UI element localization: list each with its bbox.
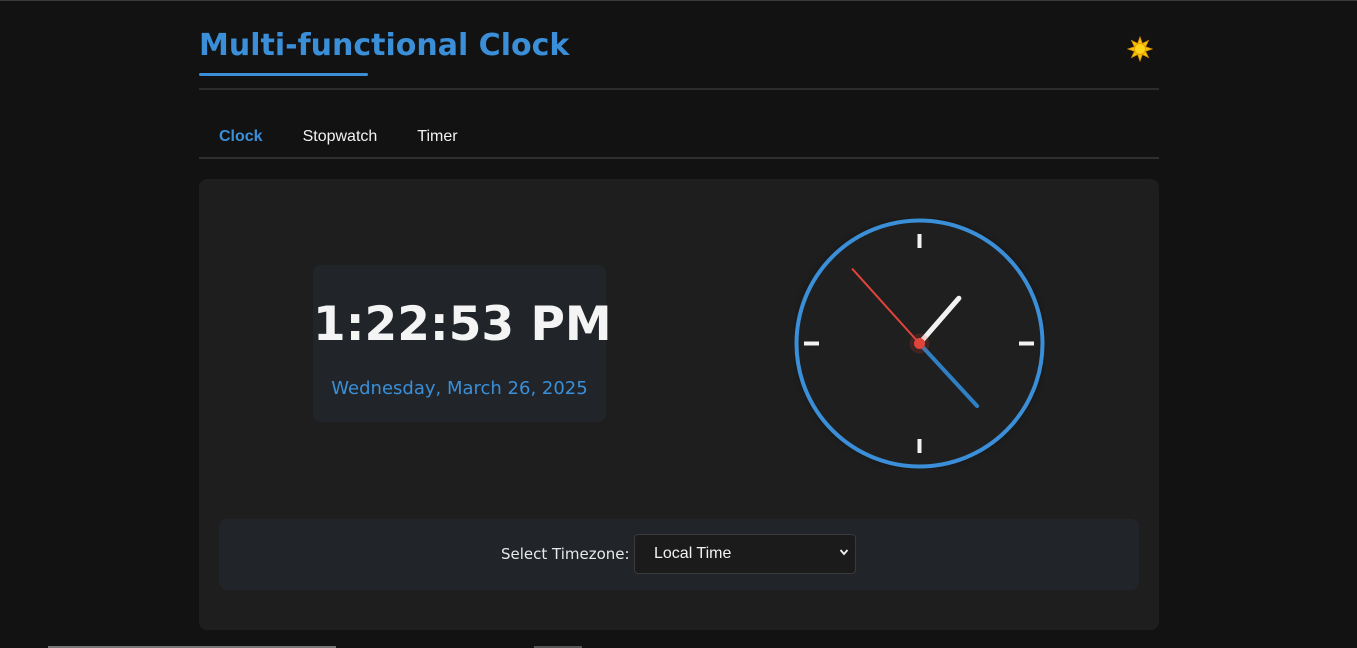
tick-6 (917, 439, 922, 453)
app-container: Multi-functional Clock Clock Stopwatch T… (199, 0, 1159, 630)
digital-time: 1:22:53 PM (313, 297, 612, 352)
theme-toggle-button[interactable] (1127, 36, 1153, 62)
digital-clock: 1:22:53 PM Wednesday, March 26, 2025 (313, 265, 612, 422)
tab-stopwatch[interactable]: Stopwatch (283, 117, 398, 157)
tick-9 (804, 341, 819, 346)
chevron-down-icon (839, 549, 849, 556)
tick-3 (1019, 341, 1034, 346)
tick-12 (917, 234, 922, 248)
title-underline (199, 73, 368, 76)
digital-date: Wednesday, March 26, 2025 (331, 378, 588, 399)
timezone-selected-value: Local Time (654, 545, 732, 562)
tab-bar: Clock Stopwatch Timer (199, 117, 1159, 159)
timezone-label: Select Timezone: (501, 545, 630, 563)
tab-clock[interactable]: Clock (199, 117, 283, 157)
timezone-bar: Select Timezone: Local Time (219, 519, 1139, 590)
timezone-select[interactable]: Local Time (634, 534, 856, 574)
header: Multi-functional Clock (199, 0, 1159, 90)
analog-clock (794, 218, 1045, 469)
sun-icon (1127, 36, 1153, 62)
clock-panel: 1:22:53 PM Wednesday, March 26, 2025 Sel… (199, 179, 1159, 630)
center-dot (914, 338, 925, 349)
page-title: Multi-functional Clock (199, 28, 570, 63)
tab-timer[interactable]: Timer (397, 117, 477, 157)
